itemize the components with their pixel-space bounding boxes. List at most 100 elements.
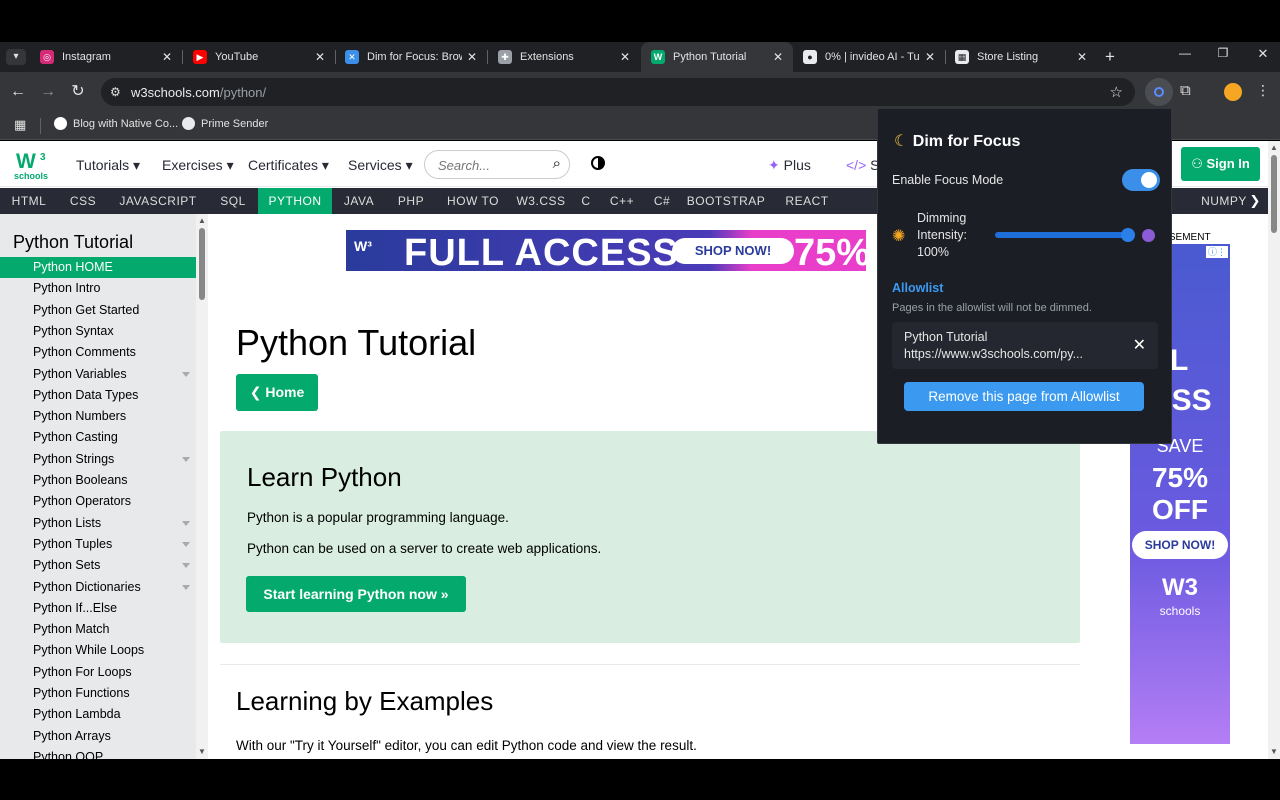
forward-arrow-icon[interactable]: → <box>38 82 58 102</box>
minimize-button[interactable]: — <box>1176 46 1194 60</box>
close-icon[interactable]: ✕ <box>315 50 325 64</box>
close-icon[interactable]: ✕ <box>162 50 172 64</box>
sidebar-item[interactable]: Python Intro <box>0 278 196 299</box>
close-icon[interactable]: ✕ <box>773 50 783 64</box>
search-input[interactable]: Search... ⌕ <box>424 150 570 179</box>
topic-html[interactable]: HTML <box>0 188 58 214</box>
close-icon[interactable]: ✕ <box>925 50 935 64</box>
bookmark-star-icon[interactable]: ☆ <box>1110 83 1123 101</box>
topic-python[interactable]: PYTHON <box>258 188 332 214</box>
sidebar-item[interactable]: Python OOP <box>0 747 196 759</box>
topic-w3-css[interactable]: W3.CSS <box>510 188 572 214</box>
topic-css[interactable]: CSS <box>58 188 108 214</box>
chevron-down-icon[interactable] <box>182 541 190 547</box>
chevron-down-icon[interactable] <box>182 371 190 377</box>
close-icon[interactable]: ✕ <box>620 50 630 64</box>
remove-item-close-icon[interactable]: ✕ <box>1133 335 1146 355</box>
sidebar-scrollbar[interactable]: ▲ ▼ <box>196 214 208 759</box>
reload-icon[interactable]: ↻ <box>68 82 88 102</box>
sidebar-item[interactable]: Python For Loops <box>0 662 196 683</box>
search-icon[interactable]: ⌕ <box>553 155 561 172</box>
chevron-down-icon[interactable] <box>182 584 190 590</box>
topic-sql[interactable]: SQL <box>208 188 258 214</box>
profile-avatar[interactable] <box>1224 83 1242 101</box>
menu-exercises[interactable]: Exercises ▾ <box>162 157 234 174</box>
sidebar-item[interactable]: Python Syntax <box>0 321 196 342</box>
spaces-link[interactable]: </> S <box>846 157 879 173</box>
close-icon[interactable]: ✕ <box>1077 50 1087 64</box>
chevron-down-icon[interactable] <box>182 456 190 462</box>
more-menu-icon[interactable]: ⋮ <box>1256 82 1270 99</box>
topic-how-to[interactable]: HOW TO <box>436 188 510 214</box>
menu-services[interactable]: Services ▾ <box>348 157 413 174</box>
sidebar-item[interactable]: Python If...Else <box>0 598 196 619</box>
bookmark-blog[interactable]: Blog with Native Co... <box>54 117 178 130</box>
chevron-down-icon[interactable] <box>182 520 190 526</box>
tab-search-button[interactable]: ▾ <box>6 49 26 65</box>
sidebar-item[interactable]: Python HOME <box>0 257 196 278</box>
tab-dim-for-focus-store[interactable]: ✕ Dim for Focus: Brows ✕ <box>335 42 488 72</box>
slider-handle[interactable] <box>1121 228 1135 242</box>
sidebar-item[interactable]: Python Lists <box>0 513 196 534</box>
address-bar[interactable]: ⚙ w3schools.com/python/ ☆ <box>101 78 1135 106</box>
sidebar-item[interactable]: Python Tuples <box>0 534 196 555</box>
w3schools-logo[interactable]: W3 schools <box>14 147 50 181</box>
sidebar-item[interactable]: Python Comments <box>0 342 196 363</box>
close-window-button[interactable]: ✕ <box>1254 46 1272 62</box>
maximize-button[interactable]: ❐ <box>1214 46 1232 60</box>
extensions-puzzle-icon[interactable]: ⧉ <box>1180 82 1191 99</box>
sidebar-item[interactable]: Python Sets <box>0 555 196 576</box>
sidebar-item[interactable]: Python Lambda <box>0 704 196 725</box>
page-scrollbar[interactable]: ▲ ▼ <box>1268 141 1280 759</box>
remove-from-allowlist-button[interactable]: Remove this page from Allowlist <box>904 382 1144 411</box>
sidebar-item[interactable]: Python Data Types <box>0 385 196 406</box>
topic-java[interactable]: JAVA <box>332 188 386 214</box>
topic-c-[interactable]: C++ <box>600 188 644 214</box>
sidebar-item[interactable]: Python Get Started <box>0 300 196 321</box>
apps-grid-icon[interactable]: ▦ <box>14 117 26 133</box>
menu-certificates[interactable]: Certificates ▾ <box>248 157 329 174</box>
dimming-slider[interactable] <box>995 228 1135 242</box>
sidebar-item[interactable]: Python Casting <box>0 427 196 448</box>
sidebar-item[interactable]: Python Dictionaries <box>0 577 196 598</box>
sign-in-button[interactable]: ⚇ Sign In <box>1181 147 1260 181</box>
sidebar-item[interactable]: Python Strings <box>0 449 196 470</box>
topic-bootstrap[interactable]: BOOTSTRAP <box>680 188 772 214</box>
bookmark-prime-sender[interactable]: Prime Sender <box>182 117 268 130</box>
menu-tutorials[interactable]: Tutorials ▾ <box>76 157 140 174</box>
tab-store-listing[interactable]: ▦ Store Listing ✕ <box>945 42 1097 72</box>
tab-invideo[interactable]: ● 0% | invideo AI - Tur ✕ <box>793 42 946 72</box>
topic-php[interactable]: PHP <box>386 188 436 214</box>
plus-link[interactable]: ✦ Plus <box>768 157 811 174</box>
topic-scroll-right-icon[interactable]: ❯ <box>1248 188 1262 214</box>
home-button[interactable]: ❮ Home <box>236 374 318 411</box>
sidebar-item[interactable]: Python Booleans <box>0 470 196 491</box>
sidebar-item[interactable]: Python Numbers <box>0 406 196 427</box>
banner-ad[interactable]: W³ FULL ACCESS SHOP NOW! 75% O <box>346 230 866 271</box>
close-icon[interactable]: ✕ <box>467 50 477 64</box>
tab-instagram[interactable]: ◎ Instagram ✕ <box>30 42 183 72</box>
tab-extensions[interactable]: ✚ Extensions ✕ <box>488 42 640 72</box>
focus-mode-toggle[interactable] <box>1122 169 1160 191</box>
start-learning-button[interactable]: Start learning Python now » <box>246 576 466 612</box>
sidebar-item[interactable]: Python Arrays <box>0 726 196 747</box>
back-arrow-icon[interactable]: ← <box>8 82 28 102</box>
sidebar-item[interactable]: Python Match <box>0 619 196 640</box>
sidebar-item[interactable]: Python Variables <box>0 364 196 385</box>
topic-c[interactable]: C <box>572 188 600 214</box>
ad-info-icon[interactable]: ⓘ⋮ <box>1206 246 1228 258</box>
chevron-down-icon[interactable] <box>182 563 190 569</box>
new-tab-button[interactable]: + <box>1101 47 1119 67</box>
tab-youtube[interactable]: ▶ YouTube ✕ <box>183 42 336 72</box>
dim-for-focus-extension-icon[interactable] <box>1145 78 1173 106</box>
topic-react[interactable]: REACT <box>772 188 842 214</box>
theme-toggle-icon[interactable] <box>591 156 605 170</box>
sidebar-item[interactable]: Python Operators <box>0 491 196 512</box>
sidebar-item[interactable]: Python While Loops <box>0 640 196 661</box>
sidebar-item[interactable]: Python Functions <box>0 683 196 704</box>
topic-javascript[interactable]: JAVASCRIPT <box>108 188 208 214</box>
topic-numpy[interactable]: NUMPY <box>1194 188 1254 214</box>
tab-python-tutorial[interactable]: W Python Tutorial ✕ <box>641 42 793 72</box>
topic-c-[interactable]: C# <box>644 188 680 214</box>
site-info-icon[interactable]: ⚙ <box>110 85 121 99</box>
